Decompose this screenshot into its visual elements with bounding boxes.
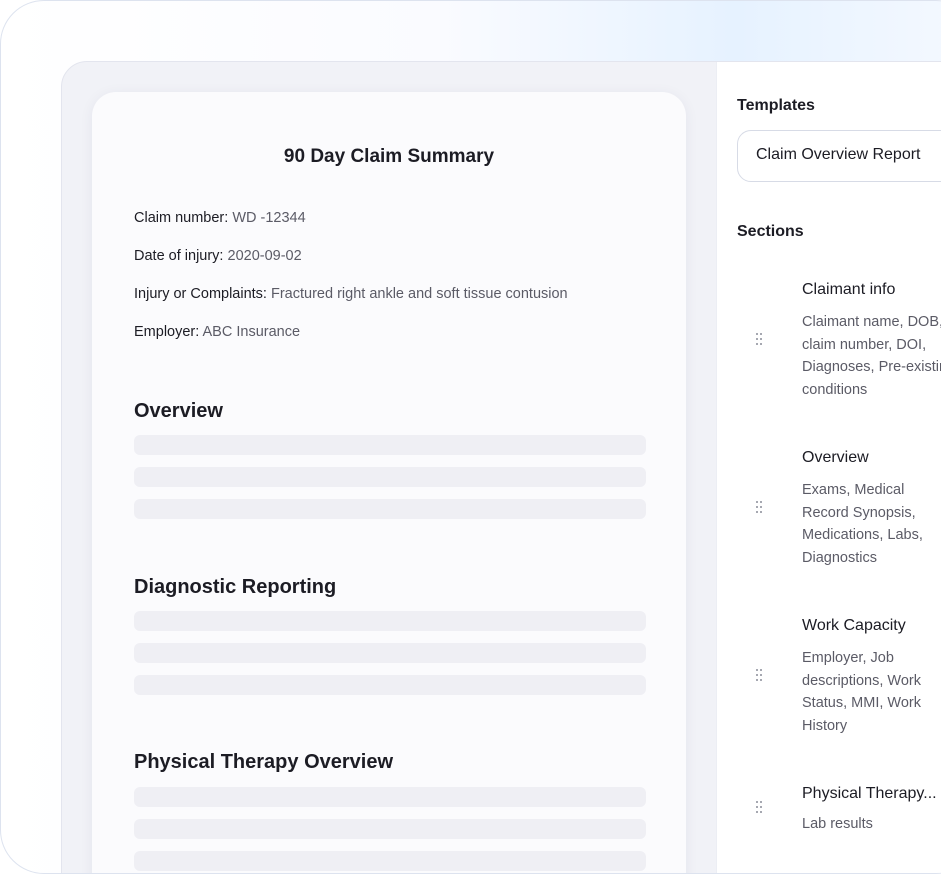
claim-number-label: Claim number: (134, 210, 229, 226)
injury-row: Injury or Complaints: Fractured right an… (134, 286, 568, 302)
claim-number-value: WD -12344 (232, 210, 306, 226)
outer-frame: 90 Day Claim Summary Claim number: WD -1… (0, 0, 941, 874)
employer-value: ABC Insurance (202, 324, 301, 340)
drag-handle-icon[interactable] (755, 668, 763, 682)
placeholder-line (134, 435, 646, 455)
date-of-injury-label: Date of injury: (134, 248, 224, 264)
section-item-title: Work Capacity (802, 617, 906, 634)
section-item-description: Lab results (802, 816, 873, 832)
section-item-title: Physical Therapy... (802, 785, 937, 802)
drag-handle-icon[interactable] (755, 800, 763, 814)
side-panel: Templates Claim Overview Report Sections… (716, 62, 941, 873)
section-item-description: Claimant name, DOB, claim number, DOI, D… (802, 314, 941, 398)
claim-number-row: Claim number: WD -12344 (134, 210, 306, 226)
placeholder-line (134, 467, 646, 487)
drag-handle-icon[interactable] (755, 500, 763, 514)
employer-label: Employer: (134, 324, 200, 340)
placeholder-line (134, 675, 646, 695)
section-item-title: Overview (802, 449, 869, 466)
placeholder-line (134, 643, 646, 663)
date-of-injury-row: Date of injury: 2020-09-02 (134, 248, 302, 264)
placeholder-line (134, 787, 646, 807)
section-heading-overview: Overview (134, 400, 223, 422)
placeholder-line (134, 851, 646, 871)
app-window: 90 Day Claim Summary Claim number: WD -1… (61, 61, 941, 873)
template-select[interactable]: Claim Overview Report (737, 130, 941, 182)
section-heading-diagnostic-reporting: Diagnostic Reporting (134, 576, 337, 598)
section-item-description: Exams, Medical Record Synopsis, Medicati… (802, 482, 923, 566)
section-item-title: Claimant info (802, 281, 896, 298)
placeholder-line (134, 499, 646, 519)
templates-label: Templates (737, 97, 815, 114)
injury-label: Injury or Complaints: (134, 286, 267, 302)
placeholder-line (134, 819, 646, 839)
date-of-injury-value: 2020-09-02 (227, 248, 302, 264)
sections-label: Sections (737, 223, 804, 240)
placeholder-line (134, 611, 646, 631)
injury-value: Fractured right ankle and soft tissue co… (271, 286, 568, 302)
section-heading-physical-therapy: Physical Therapy Overview (134, 751, 394, 773)
document-title: 90 Day Claim Summary (283, 146, 495, 167)
employer-row: Employer: ABC Insurance (134, 324, 300, 340)
section-item-description: Employer, Job descriptions, Work Status,… (802, 650, 921, 734)
document-preview: 90 Day Claim Summary Claim number: WD -1… (92, 92, 686, 873)
drag-handle-icon[interactable] (755, 332, 763, 346)
